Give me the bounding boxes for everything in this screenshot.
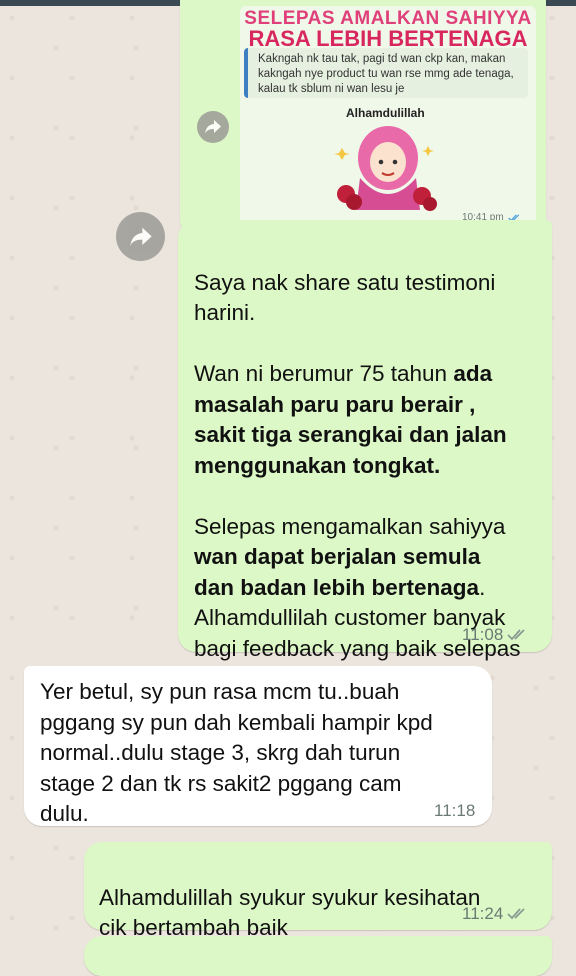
forward-arrow-icon <box>205 120 221 134</box>
double-check-icon <box>507 629 525 641</box>
message-timestamp: 11:24 <box>462 904 529 924</box>
message-timestamp: 11:18 <box>434 801 476 820</box>
forwarded-screenshot-image[interactable]: SELEPAS AMALKAN SAHIYYA RASA LEBIH BERTE… <box>240 6 536 228</box>
hijab-girl-sticker <box>334 126 437 211</box>
quoted-reply: Kakngah nk tau tak, pagi td wan ckp kan,… <box>244 48 528 98</box>
message-text: Yer betul, sy pun rasa mcm tu..buah pgga… <box>40 679 433 826</box>
message-text: Saya nak share satu testimoni harini. Wan… <box>194 237 544 725</box>
forward-arrow-icon <box>129 227 152 246</box>
message-bubble-outgoing-partial[interactable] <box>84 936 552 976</box>
quoted-reply-text: Kakngah nk tau tak, pagi td wan ckp kan,… <box>258 53 514 95</box>
forward-button[interactable] <box>116 212 165 261</box>
forward-button[interactable] <box>197 111 229 143</box>
message-timestamp: 11:08 <box>462 625 529 645</box>
double-check-icon <box>507 908 525 920</box>
